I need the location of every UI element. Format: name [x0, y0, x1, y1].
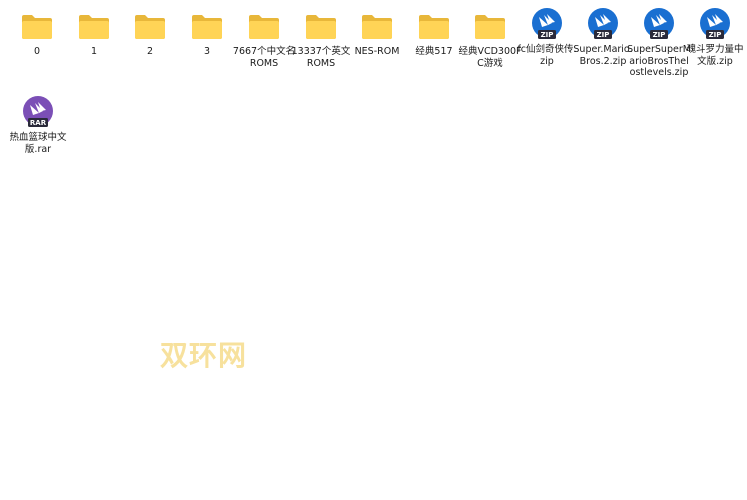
folder-item-2[interactable]: 2 [122, 8, 178, 58]
item-label: 经典VCD300FC游戏 [458, 46, 522, 69]
desktop: 0 1 2 3 7667个中文名ROMS 13337个英文ROMS NES-RO… [0, 0, 747, 500]
item-label: SuperSuperMarioBrosThelostlevels.zip [627, 44, 691, 78]
rar-badge: RAR [30, 119, 47, 127]
item-label: 经典517 [415, 46, 453, 57]
folder-item-13337-en-roms[interactable]: 13337个英文ROMS [292, 8, 350, 69]
item-label: Super.Mario.Bros.2.zip [573, 44, 633, 67]
item-label: 2 [146, 46, 154, 57]
zip-badge: ZIP [709, 31, 722, 39]
watermark-text: 双环网 [160, 339, 248, 372]
archive-item-contra-force[interactable]: ZIP 魂斗罗力量中文版.zip [686, 6, 744, 67]
item-label: 0 [33, 46, 41, 57]
archive-item-hot-blooded-basketball[interactable]: RAR 热血篮球中文版.rar [9, 94, 67, 155]
archive-item-lost-levels[interactable]: ZIP SuperSuperMarioBrosThelostlevels.zip [627, 6, 691, 79]
folder-icon [192, 15, 222, 39]
zip-badge: ZIP [653, 31, 666, 39]
item-label: 13337个英文ROMS [291, 46, 351, 69]
folder-icon [419, 15, 449, 39]
item-label: 1 [90, 46, 98, 57]
folder-icon [475, 15, 505, 39]
zip-archive-icon: ZIP [532, 8, 562, 39]
folder-icon [135, 15, 165, 39]
folder-item-0[interactable]: 0 [9, 8, 65, 58]
item-label: fc仙剑奇侠传.zip [517, 44, 577, 67]
item-label: NES-ROM [354, 46, 400, 57]
zip-badge: ZIP [597, 31, 610, 39]
item-label: 7667个中文名ROMS [232, 46, 296, 69]
zip-archive-icon: ZIP [700, 8, 730, 39]
folder-item-1[interactable]: 1 [66, 8, 122, 58]
folder-icon [306, 15, 336, 39]
zip-badge: ZIP [541, 31, 554, 39]
folder-item-7667-cn-roms[interactable]: 7667个中文名ROMS [233, 8, 295, 69]
folder-item-classic-517[interactable]: 经典517 [406, 8, 462, 58]
zip-archive-icon: ZIP [588, 8, 618, 39]
item-label: 魂斗罗力量中文版.zip [686, 44, 744, 67]
rar-archive-icon: RAR [23, 96, 53, 127]
folder-icon [249, 15, 279, 39]
zip-archive-icon: ZIP [644, 8, 674, 39]
folder-icon [79, 15, 109, 39]
item-label: 热血篮球中文版.rar [9, 132, 67, 155]
archive-item-fc-xianjian[interactable]: ZIP fc仙剑奇侠传.zip [517, 6, 577, 67]
item-label: 3 [203, 46, 211, 57]
folder-icon [362, 15, 392, 39]
folder-item-classic-vcd300[interactable]: 经典VCD300FC游戏 [458, 8, 522, 69]
archive-item-super-mario-bros-2[interactable]: ZIP Super.Mario.Bros.2.zip [573, 6, 633, 67]
folder-item-nes-rom[interactable]: NES-ROM [349, 8, 405, 58]
folder-item-3[interactable]: 3 [179, 8, 235, 58]
folder-icon [22, 15, 52, 39]
